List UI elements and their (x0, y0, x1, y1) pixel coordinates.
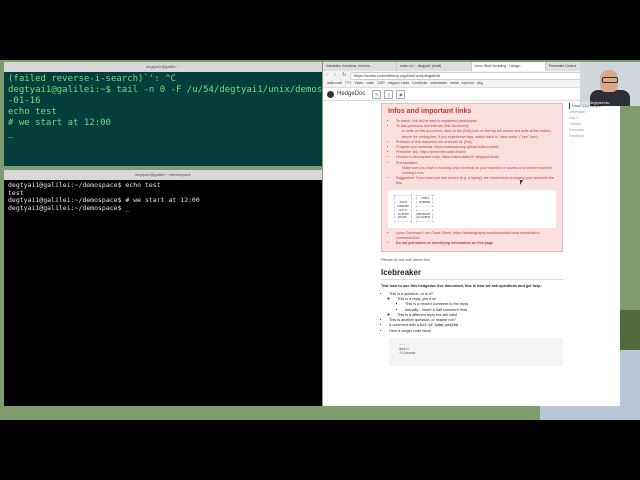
forward-icon[interactable]: › (334, 73, 339, 78)
bookmark[interactable]: Liveclicks (412, 81, 427, 85)
question-text: This is a question, or is it? (389, 291, 433, 296)
edit-mode-icon[interactable]: ✎ (372, 89, 382, 99)
terminal-line: -01-16 (8, 96, 41, 106)
infos-box: Infos and important links To watch: link… (381, 103, 563, 252)
reply-text: This is a reply, yes it is! (397, 296, 436, 301)
terminal-output[interactable]: degtyai1@galilei:~/demospace$ echo test t… (4, 180, 322, 406)
code-block: ... mkdir filename (389, 338, 563, 366)
bookmark[interactable]: webmaster (430, 81, 447, 85)
terminal-line: degtyai1@galilei:~/demospace$ _ (8, 203, 130, 212)
list-item: Suggestion: if you have just one screen … (396, 176, 556, 186)
bookmark[interactable]: serial (450, 81, 458, 85)
bookmark[interactable]: exp/mnt (462, 81, 474, 85)
icebreaker-lead: Test how to use this hedgedoc live docum… (381, 283, 542, 288)
list-item: This is a question, or is it? This is a … (389, 292, 563, 318)
bookmark[interactable]: GDP (377, 81, 385, 85)
terminal-output[interactable]: (failed reverse-i-search)`': ^C degtyai1@… (4, 72, 322, 166)
terminal-title: degtyai1@galilei: ~ (4, 62, 322, 72)
question-list: This is a question, or is it? This is a … (381, 292, 563, 334)
bookmark[interactable]: radio (366, 81, 374, 85)
browser-window[interactable]: Variables, functions, environ... index o… (323, 62, 620, 406)
glasses-icon (602, 77, 618, 83)
tab-index[interactable]: index of / - degtyai1 (shell) (397, 62, 472, 71)
terminal-line: echo test (8, 107, 57, 117)
list-item: Make sure you have a working Linux termi… (402, 165, 552, 176)
bookmark[interactable]: pkg (477, 81, 483, 85)
webcam-overlay: Ivan Degtyarenko (580, 62, 640, 106)
app-name: HedgeDoc (337, 91, 366, 97)
list-item: This is a reply, yes it is! This is a ne… (397, 297, 563, 313)
edit-note: Please do not edit above this (381, 257, 430, 262)
address-input[interactable]: https://notes.coderefinery.org/shell-scr… (350, 71, 600, 80)
terminal-line: degtyai1@galilei:~$ tail -n 0 -F /u/54/d… (8, 85, 322, 95)
document-body: Infos and important links To watch: link… (381, 101, 563, 366)
bottom-letterbox (0, 420, 640, 480)
terminal-line: # we start at 12:00 (8, 118, 111, 128)
terminal-line: (failed reverse-i-search)`': ^C (8, 74, 176, 84)
url-bar: ‹ › ↻ https://notes.coderefinery.org/she… (323, 71, 620, 80)
back-icon[interactable]: ‹ (326, 73, 331, 78)
terminal-window-shell[interactable]: degtyai1@galilei: ~/demospace degtyai1@g… (4, 170, 322, 406)
reload-icon[interactable]: ↻ (342, 73, 347, 78)
list-item: to write on this document, click on the … (402, 129, 552, 139)
terminal-line: degtyai1@galilei:~/demospace$ echo test (8, 181, 161, 189)
terminal-title: degtyai1@galilei: ~/demospace (4, 170, 322, 180)
view-mode-icon[interactable]: ◉ (396, 89, 406, 99)
tab-variables[interactable]: Variables, functions, environ... (323, 62, 398, 71)
list-item: Here a longer code block (389, 329, 563, 334)
top-letterbox (0, 0, 640, 60)
split-view-icon[interactable]: ▯ (384, 89, 394, 99)
tab-hedgedoc[interactable]: Linux Shell Scripting - Hedge... (471, 62, 546, 71)
table-of-contents: Linux Shell Scripti... Icebreaker Day 1 … (569, 103, 619, 139)
tab-bar: Variables, functions, environ... index o… (323, 62, 620, 71)
toc-item[interactable]: Feedback (569, 133, 619, 139)
bookmark[interactable]: TTY (345, 81, 352, 85)
bookmarks-bar: aalto.mail TTY Video radio GDP mapper/.r… (323, 80, 620, 88)
infos-title: Infos and important links (388, 108, 472, 115)
terminal-cursor: _ (8, 129, 14, 139)
bookmark[interactable]: mapper/.radio (388, 81, 410, 85)
bookmark[interactable]: aalto.mail (327, 81, 342, 85)
document-area: Infos and important links To watch: link… (323, 101, 620, 401)
inline-code: bit of some pasted (420, 323, 458, 328)
window-layout-diagram: +--------+ +--------+ | | | SHELL | | ZO… (388, 189, 556, 229)
mouse-cursor-icon (520, 180, 523, 185)
hedgedoc-logo-icon (327, 90, 334, 98)
icebreaker-heading: Icebreaker (381, 268, 563, 280)
bookmark[interactable]: Video (354, 81, 363, 85)
comment-text: A comment with a (389, 323, 419, 328)
list-item[interactable]: Linux Command Line Cheat Sheet: https://… (396, 231, 556, 241)
terminal-window-log[interactable]: degtyai1@galilei: ~ (failed reverse-i-se… (4, 62, 322, 166)
list-item: Do not put names or identifying informat… (396, 241, 556, 246)
webcam-label: Ivan Degtyarenko (582, 101, 610, 105)
hedgedoc-toolbar: HedgeDoc ✎ ▯ ◉ (323, 88, 620, 101)
